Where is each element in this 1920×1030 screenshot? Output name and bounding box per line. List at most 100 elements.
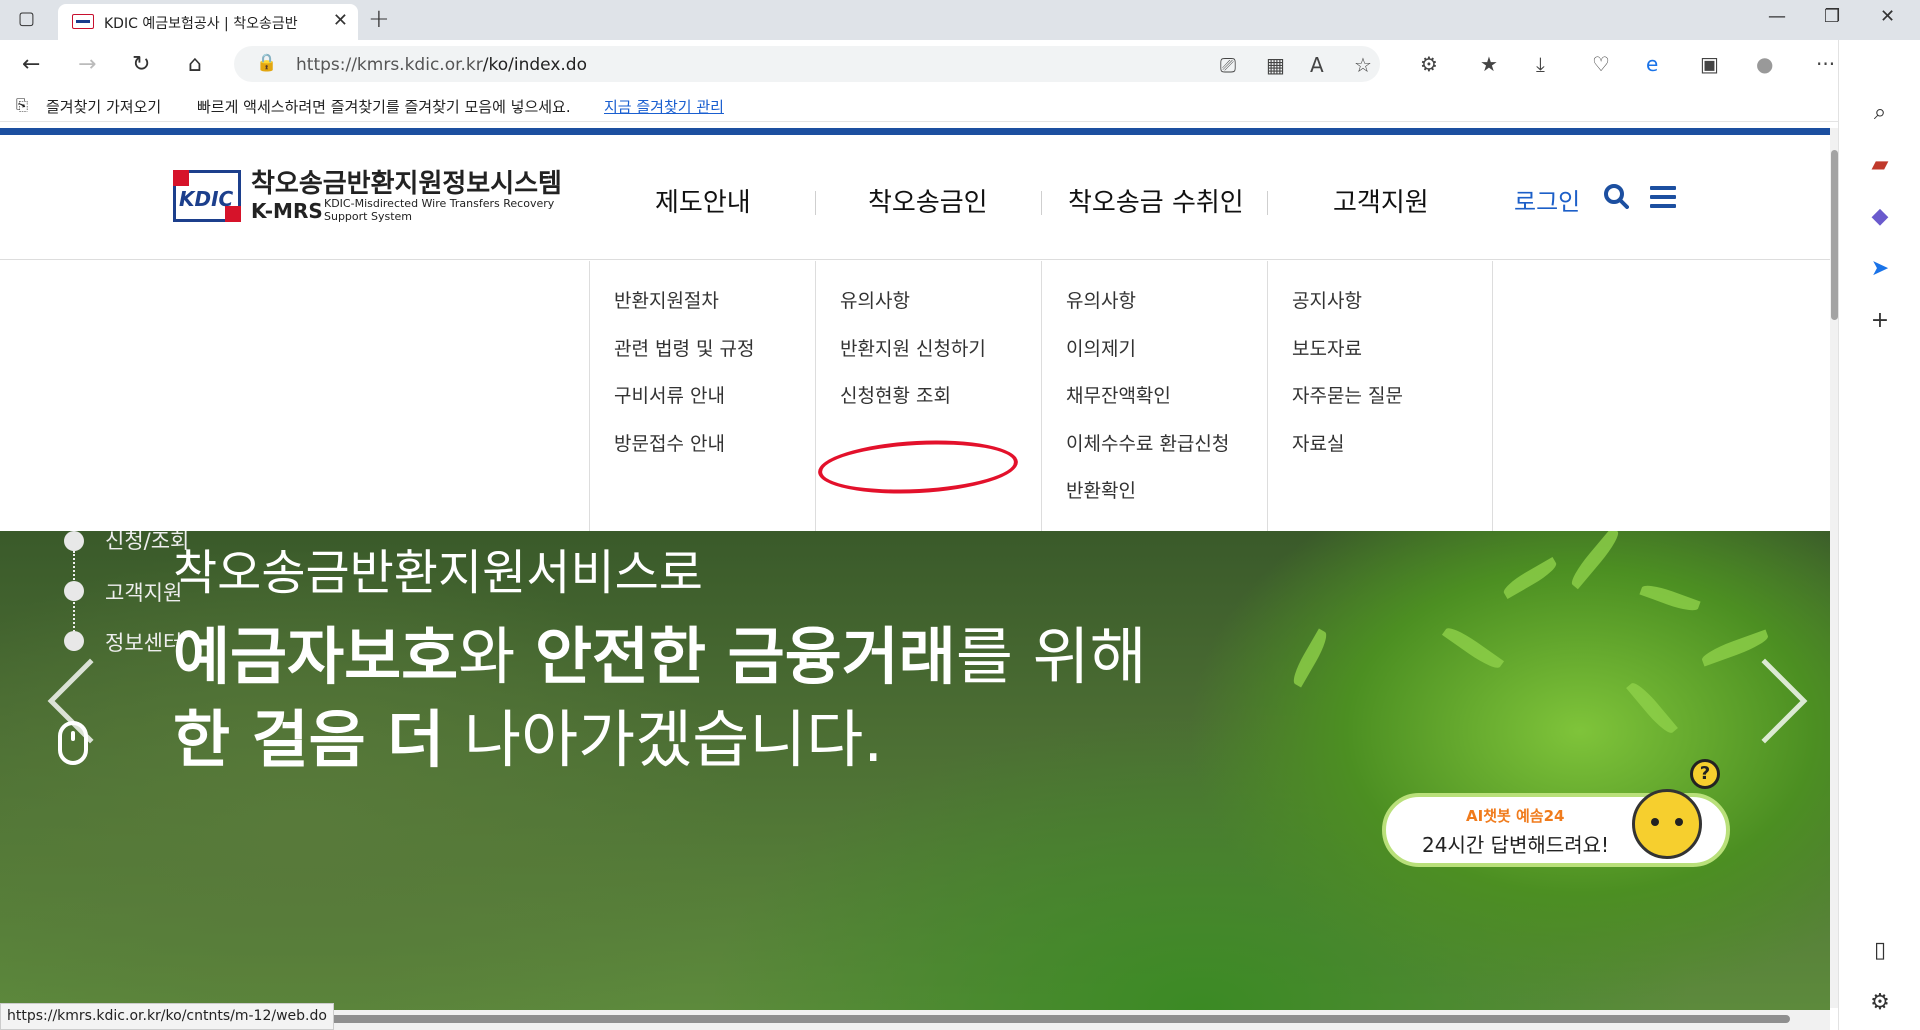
leaf-decoration (1567, 531, 1623, 590)
back-icon[interactable]: ← (22, 52, 40, 77)
hero-headline-2: 예금자보호와 안전한 금융거래를 위해 (173, 620, 1147, 693)
brand-top-line (0, 128, 1830, 135)
collections-icon[interactable]: ▣ (1700, 52, 1719, 76)
menu-item-debt-balance[interactable]: 채무잔액확인 (1066, 381, 1171, 408)
menu-item-faq[interactable]: 자주묻는 질문 (1292, 381, 1403, 408)
search-icon[interactable]: ⌕ (1839, 100, 1920, 125)
website: KDIC 착오송금반환지원정보시스템 K-MRS KDIC-Misdirecte… (0, 128, 1830, 1010)
import-favorites-link[interactable]: 즐겨찾기 가져오기 (46, 96, 161, 117)
tools-icon[interactable]: ▰ (1839, 152, 1920, 177)
add-favorite-icon[interactable]: ☆ (1354, 53, 1372, 77)
menu-item-sender-notes[interactable]: 유의사항 (840, 286, 910, 313)
edge-sidebar: ⌕ ▰ ◆ ➤ + ▯ ⚙ (1838, 40, 1920, 1030)
close-tab-icon[interactable]: ✕ (333, 10, 348, 31)
gnb-system-guide[interactable]: 제도안내 (655, 182, 751, 219)
gnb-recipient[interactable]: 착오송금 수취인 (1068, 182, 1244, 219)
send-icon[interactable]: ➤ (1839, 256, 1920, 281)
menu-item-library[interactable]: 자료실 (1292, 429, 1344, 456)
hamburger-menu-icon[interactable] (1650, 186, 1676, 208)
address-bar[interactable]: 🔒 https://kmrs.kdic.or.kr/ko/index.do ⎚ … (234, 46, 1380, 82)
menu-item-visit[interactable]: 방문접수 안내 (614, 429, 725, 456)
tab-actions-icon[interactable]: ▢ (18, 8, 35, 29)
login-link[interactable]: 로그인 (1514, 182, 1580, 217)
menu-item-recipient-notes[interactable]: 유의사항 (1066, 286, 1136, 313)
browser-essentials-icon[interactable]: ♡ (1592, 52, 1610, 76)
import-favorites-icon[interactable]: ⎘ (16, 96, 28, 114)
window-close-icon[interactable]: ✕ (1880, 6, 1895, 27)
site-favicon-icon (72, 14, 94, 29)
question-mark-icon: ? (1690, 759, 1720, 789)
menu-item-laws[interactable]: 관련 법령 및 규정 (614, 334, 754, 361)
favorites-icon[interactable]: ★ (1480, 52, 1498, 76)
site-header: KDIC 착오송금반환지원정보시스템 K-MRS KDIC-Misdirecte… (0, 135, 1830, 260)
mega-menu: 반환지원절차 관련 법령 및 규정 구비서류 안내 방문접수 안내 유의사항 반… (0, 261, 1830, 531)
lock-icon[interactable]: 🔒 (256, 53, 277, 73)
hero-banner: 신청/조회 고객지원 정보센터 착오송금반환지원서비스로 예금자보호와 안전한 … (0, 531, 1830, 1010)
extensions-icon[interactable]: ⚙ (1420, 52, 1438, 76)
read-aloud-icon[interactable]: A (1310, 53, 1324, 77)
office-icon[interactable]: ◆ (1839, 204, 1920, 229)
kdic-logo[interactable]: KDIC (173, 170, 241, 222)
ai-chatbot-button[interactable]: AI챗봇 예솜24 24시간 답변해드려요! ? (1382, 759, 1730, 867)
add-sidebar-icon[interactable]: + (1839, 308, 1920, 333)
tab-title: KDIC 예금보험공사 | 착오송금반 (104, 16, 298, 32)
side-nav-support[interactable]: 고객지원 (105, 577, 182, 607)
site-title-ko[interactable]: 착오송금반환지원정보시스템 (251, 163, 562, 200)
menu-col-recipient: 유의사항 이의제기 채무잔액확인 이체수수료 환급신청 반환확인 (1041, 261, 1267, 531)
app-available-icon[interactable]: ⎚ (1220, 53, 1236, 77)
gnb-divider (1041, 191, 1042, 215)
refresh-icon[interactable]: ↻ (132, 52, 150, 77)
menu-item-press[interactable]: 보도자료 (1292, 334, 1362, 361)
side-nav-dot[interactable] (64, 531, 84, 551)
restore-icon[interactable]: ❐ (1824, 6, 1840, 27)
menu-col-system-guide: 반환지원절차 관련 법령 및 규정 구비서류 안내 방문접수 안내 (589, 261, 815, 531)
leaf-decoration (1288, 628, 1332, 688)
manage-favorites-link[interactable]: 지금 즐겨찾기 관리 (604, 96, 724, 117)
menu-item-return-confirm[interactable]: 반환확인 (1066, 476, 1136, 503)
site-search-icon[interactable] (1603, 183, 1629, 209)
site-subtitle-en: KDIC-Misdirected Wire Transfers Recovery… (324, 197, 555, 223)
settings-icon[interactable]: ⚙ (1839, 990, 1920, 1015)
leaf-decoration (1441, 623, 1505, 673)
status-bar-url: https://kmrs.kdic.or.kr/ko/cntnts/m-12/w… (0, 1003, 334, 1030)
more-menu-icon[interactable]: ··· (1816, 52, 1835, 76)
downloads-icon[interactable]: ⤓ (1536, 52, 1545, 76)
favorites-bar: ⎘ 즐겨찾기 가져오기 빠르게 액세스하려면 즐겨찾기를 즐겨찾기 모음에 넣으… (0, 88, 1920, 122)
gnb-sender[interactable]: 착오송금인 (868, 182, 988, 219)
minimize-icon[interactable]: — (1768, 6, 1786, 27)
chatbot-text: 24시간 답변해드려요! (1422, 833, 1610, 857)
menu-item-apply-recovery[interactable]: 반환지원 신청하기 (840, 334, 986, 361)
forward-icon[interactable]: → (78, 52, 96, 77)
profile-icon[interactable]: ● (1756, 52, 1773, 76)
qr-code-icon[interactable]: ▦ (1266, 53, 1285, 77)
menu-item-check-status[interactable]: 신청현황 조회 (840, 381, 951, 408)
ie-mode-icon[interactable]: e (1646, 52, 1658, 76)
leaf-decoration (1639, 581, 1701, 615)
address-toolbar: ← → ↻ ⌂ 🔒 https://kmrs.kdic.or.kr/ko/ind… (0, 40, 1920, 88)
new-tab-icon[interactable]: + (368, 4, 390, 34)
home-icon[interactable]: ⌂ (188, 52, 202, 77)
sidebar-layout-icon[interactable]: ▯ (1839, 938, 1920, 963)
menu-item-notices[interactable]: 공지사항 (1292, 286, 1362, 313)
gnb-divider (815, 191, 816, 215)
side-nav-dot[interactable] (64, 581, 84, 601)
hero-headline-3: 한 걸음 더 나아가겠습니다. (173, 703, 884, 776)
site-title-en: K-MRS (251, 199, 323, 223)
side-nav-info-center[interactable]: 정보센터 (105, 627, 182, 657)
leaf-decoration (1626, 678, 1678, 738)
menu-item-objection[interactable]: 이의제기 (1066, 334, 1136, 361)
next-slide-arrow-icon[interactable] (1722, 658, 1808, 744)
menu-item-recovery-process[interactable]: 반환지원절차 (614, 286, 719, 313)
gnb-customer-support[interactable]: 고객지원 (1333, 182, 1429, 219)
hero-headline-1: 착오송금반환지원서비스로 (173, 545, 703, 601)
kdic-logo-text: KDIC (179, 187, 234, 211)
leaf-decoration (1699, 629, 1771, 667)
side-nav-dot[interactable] (64, 631, 84, 651)
menu-item-fee-refund[interactable]: 이체수수료 환급신청 (1066, 429, 1229, 456)
menu-col-support: 공지사항 보도자료 자주묻는 질문 자료실 (1267, 261, 1493, 531)
menu-item-documents[interactable]: 구비서류 안내 (614, 381, 725, 408)
active-tab[interactable]: KDIC 예금보험공사 | 착오송금반 ✕ (58, 4, 358, 40)
page-scrollbar-thumb[interactable] (1831, 150, 1838, 320)
horizontal-scrollbar-thumb[interactable] (320, 1015, 1790, 1023)
chatbot-character-icon (1632, 789, 1702, 859)
